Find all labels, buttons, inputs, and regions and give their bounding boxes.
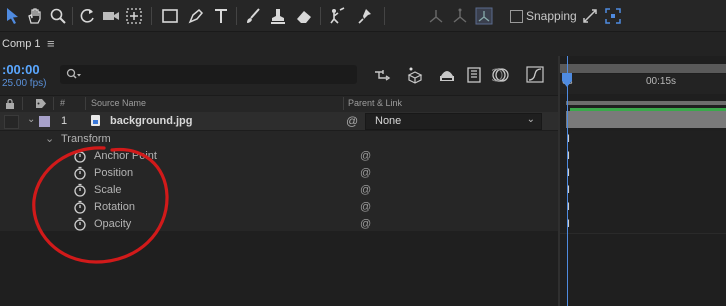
lock-icon[interactable] [5,99,15,109]
expression-pick-whip-icon[interactable]: @ [360,184,371,196]
transform-group-label: Transform [61,133,111,145]
panel-menu-icon[interactable]: ≡ [47,36,55,51]
ruler-tick-label: 00:15s [646,76,677,87]
stopwatch-icon[interactable] [73,149,87,163]
transform-group-row[interactable]: ⌄ Transform [0,131,558,149]
snapping-checkbox[interactable] [510,10,523,23]
world-axis-mode-icon[interactable] [450,6,470,26]
frame-rate-label: 25.00 fps) [2,78,47,89]
roto-brush-tool-icon[interactable] [327,6,347,26]
snap-edges-icon[interactable] [580,6,600,26]
stopwatch-icon[interactable] [73,166,87,180]
current-time-display[interactable]: :00:00 [2,62,40,77]
clone-stamp-tool-icon[interactable] [268,6,288,26]
layer-row[interactable]: ⌄ 1 background.jpg @ None ⌄ [0,112,558,131]
search-icon [66,68,81,79]
motion-blur-icon[interactable] [489,66,510,84]
draft-3d-icon[interactable] [406,66,424,84]
property-label: Opacity [94,218,132,230]
label-tag-icon[interactable] [35,98,47,109]
expression-pick-whip-icon[interactable]: @ [360,150,371,162]
property-label: Scale [94,184,122,196]
camera-tool-icon[interactable] [101,6,121,26]
time-navigator-bar[interactable] [560,64,726,73]
zoom-tool-icon[interactable] [48,6,68,26]
timeline-row-opacity: I [560,216,726,234]
snapping-label: Snapping [526,9,577,23]
stopwatch-icon[interactable] [73,183,87,197]
property-label: Rotation [94,201,135,213]
current-time-indicator[interactable] [567,56,568,306]
timeline-row-anchor-point: I [560,148,726,166]
column-header-parent-link[interactable]: Parent & Link [348,98,402,108]
frame-blending-icon[interactable] [466,66,484,84]
expression-pick-whip-icon[interactable]: @ [360,218,371,230]
pen-tool-icon[interactable] [186,6,206,26]
property-label: Anchor Point [94,150,157,162]
timeline-row-position: I [560,165,726,183]
layer-twirl-chevron-icon[interactable]: ⌄ [27,114,35,125]
property-row-position[interactable]: Position @ [0,165,558,183]
column-header-number[interactable]: # [60,98,65,108]
column-header-source-name[interactable]: Source Name [91,98,146,108]
tools-toolbar: Snapping [0,0,726,32]
layer-source-name[interactable]: background.jpg [110,115,193,127]
composition-tab-bar: Comp 1 ≡ [0,32,726,56]
property-row-anchor-point[interactable]: Anchor Point @ [0,148,558,166]
layer-duration-bar[interactable] [566,111,726,128]
selection-tool-icon[interactable] [2,6,22,26]
layer-column-headers: # Source Name Parent & Link [0,95,558,113]
local-axis-mode-icon[interactable] [426,6,446,26]
stopwatch-icon[interactable] [73,217,87,231]
layer-number: 1 [61,115,68,127]
property-row-scale[interactable]: Scale @ [0,182,558,200]
layer-search-input[interactable] [60,65,357,84]
timeline-row-rotation: I [560,199,726,217]
hide-shy-layers-icon[interactable] [438,66,456,84]
composition-tab[interactable]: Comp 1 [2,38,41,50]
parent-pick-whip-icon[interactable]: @ [346,114,358,128]
video-toggle[interactable] [4,115,19,129]
image-file-icon [91,115,100,126]
view-axis-mode-icon[interactable] [474,6,494,26]
snap-targets-icon[interactable] [603,6,623,26]
rotate-tool-icon[interactable] [78,6,98,26]
chevron-down-icon: ⌄ [526,114,535,125]
parent-dropdown-value: None [375,115,402,127]
property-row-rotation[interactable]: Rotation @ [0,199,558,217]
pan-behind-tool-icon[interactable] [124,6,144,26]
eraser-tool-icon[interactable] [294,6,314,26]
type-tool-icon[interactable] [211,6,231,26]
hand-tool-icon[interactable] [25,6,45,26]
parent-dropdown[interactable]: None ⌄ [365,113,542,130]
layer-label-color-swatch[interactable] [39,116,50,127]
puppet-pin-tool-icon[interactable] [356,6,376,26]
brush-tool-icon[interactable] [243,6,263,26]
composition-mini-flowchart-icon[interactable] [373,66,391,84]
transform-twirl-chevron-icon[interactable]: ⌄ [45,132,54,145]
property-label: Position [94,167,134,179]
timeline-row-scale: I [560,182,726,200]
rectangle-tool-icon[interactable] [160,6,180,26]
graph-editor-icon[interactable] [526,66,544,84]
expression-pick-whip-icon[interactable]: @ [360,167,371,179]
stopwatch-icon[interactable] [73,200,87,214]
layer-panel-empty-area[interactable] [0,231,558,306]
expression-pick-whip-icon[interactable]: @ [360,201,371,213]
work-area-bar[interactable] [566,101,726,105]
timeline-panel[interactable]: 0s 00:15s I I I I I I [558,56,726,306]
timeline-row-transform: I [560,131,726,149]
time-ruler[interactable]: 0s 00:15s [560,74,726,94]
